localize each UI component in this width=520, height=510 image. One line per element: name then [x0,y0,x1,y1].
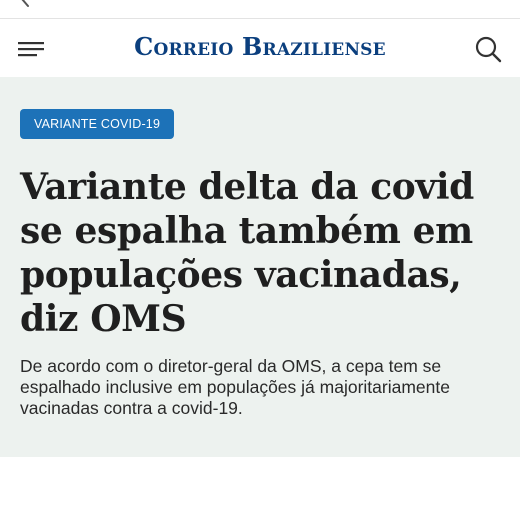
site-logo[interactable]: Correio Braziliense [0,32,520,61]
browser-top-strip [0,0,520,19]
site-header: Correio Braziliense [0,19,520,77]
article-subtitle: De acordo com o diretor-geral da OMS, a … [20,356,450,418]
category-badge[interactable]: VARIANTE COVID-19 [20,109,175,139]
search-icon[interactable] [474,35,502,63]
chevron-left-icon[interactable] [16,0,34,8]
article-headline: Variante delta da covid se espalha també… [20,166,474,340]
page: Correio Braziliense VARIANTE COVID-19 Va… [0,0,520,510]
article-header: VARIANTE COVID-19 Variante delta da covi… [0,77,520,457]
article-body-card [0,457,520,510]
